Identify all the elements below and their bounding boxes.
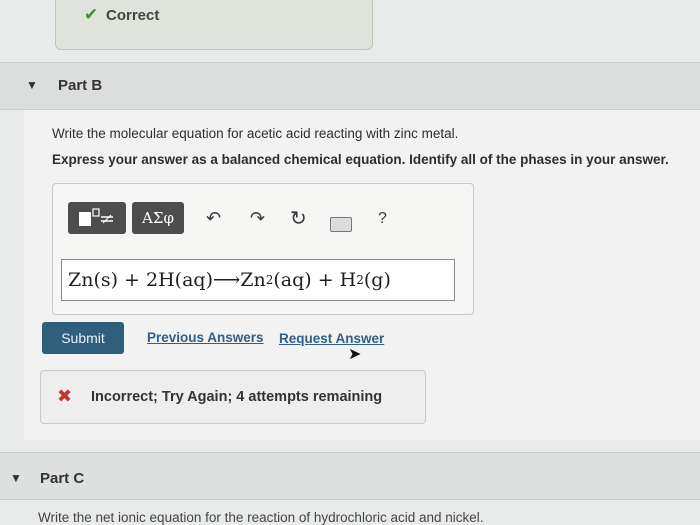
- correct-label: Correct: [106, 7, 160, 24]
- correct-feedback: ✔ Correct: [55, 0, 373, 50]
- greek-symbols-button[interactable]: ΑΣφ: [132, 202, 184, 234]
- part-c-question-text: Write the net ionic equation for the rea…: [38, 510, 484, 525]
- answer-subscript: 2: [356, 273, 364, 287]
- answer-term: Zn(s) + 2H(aq): [68, 269, 213, 291]
- question-text: Write the molecular equation for acetic …: [52, 126, 459, 141]
- check-icon: ✔: [84, 5, 99, 24]
- keyboard-icon[interactable]: [330, 217, 352, 232]
- caret-down-icon[interactable]: ▼: [26, 78, 38, 92]
- incorrect-feedback: ✖ Incorrect; Try Again; 4 attempts remai…: [40, 370, 426, 424]
- mouse-cursor-icon: ➤: [348, 346, 362, 363]
- undo-icon[interactable]: ↶: [206, 208, 221, 229]
- template-button[interactable]: [68, 202, 126, 234]
- answer-arrow: ⟶: [213, 269, 241, 291]
- request-answer-link[interactable]: Request Answer: [279, 331, 384, 346]
- help-icon[interactable]: ?: [378, 210, 387, 228]
- answer-term: Zn: [240, 269, 266, 291]
- x-icon: ✖: [57, 386, 73, 406]
- answer-term: (g): [363, 269, 391, 291]
- reset-icon[interactable]: ↻: [290, 206, 307, 231]
- template-icon: [79, 208, 113, 226]
- answer-input[interactable]: Zn(s) + 2H(aq) ⟶ Zn 2 (aq) + H2 (g): [61, 259, 455, 301]
- part-c-title: Part C: [40, 470, 85, 487]
- part-c-header[interactable]: ▼ Part C: [0, 452, 700, 500]
- answer-term: (aq) + H: [273, 269, 357, 291]
- submit-button[interactable]: Submit: [42, 322, 124, 354]
- answer-subscript: 2: [265, 273, 274, 287]
- instruction-text: Express your answer as a balanced chemic…: [52, 152, 669, 167]
- incorrect-message: Incorrect; Try Again; 4 attempts remaini…: [91, 389, 383, 405]
- previous-answers-link[interactable]: Previous Answers: [147, 330, 264, 345]
- part-b-header[interactable]: ▼ Part B: [0, 62, 700, 110]
- caret-down-icon[interactable]: ▼: [10, 471, 22, 485]
- redo-icon[interactable]: ↷: [250, 208, 265, 229]
- part-b-title: Part B: [58, 77, 103, 94]
